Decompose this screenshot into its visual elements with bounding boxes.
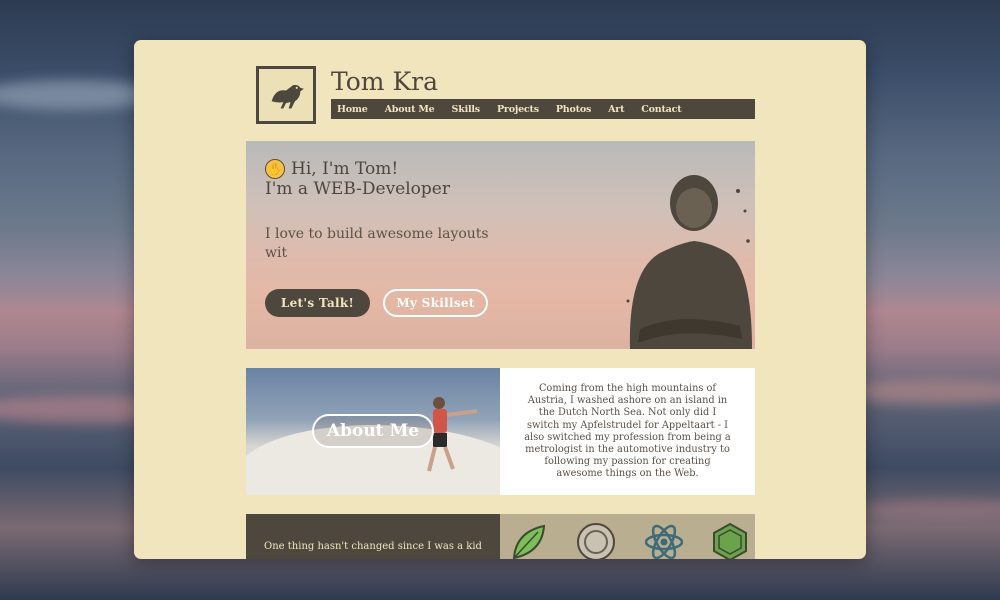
story-text: One thing hasn't changed since I was a k…: [246, 514, 500, 559]
main-nav: Home About Me Skills Projects Photos Art…: [331, 99, 755, 119]
hero-role: I'm a WEB-Developer: [265, 179, 450, 199]
crow-logo-icon[interactable]: [256, 66, 316, 124]
sky-streak: [860, 500, 1000, 520]
lets-talk-button[interactable]: Let's Talk!: [265, 289, 370, 317]
nav-photos[interactable]: Photos: [556, 104, 591, 115]
nav-skills[interactable]: Skills: [452, 104, 481, 115]
nodejs-icon: [713, 522, 747, 559]
skills-strip: [500, 514, 755, 559]
leaf-icon: [512, 524, 546, 559]
my-skillset-button[interactable]: My Skillset: [383, 289, 488, 317]
portrait-image: [626, 175, 752, 349]
nav-home[interactable]: Home: [337, 104, 368, 115]
sass-icon: [577, 523, 615, 559]
hero-section: ✋ Hi, I'm Tom! I'm a WEB-Developer I lov…: [246, 141, 755, 349]
about-photo: About Me: [246, 368, 500, 495]
nav-contact[interactable]: Contact: [641, 104, 681, 115]
site-title: Tom Kra: [331, 67, 438, 96]
about-me-button[interactable]: About Me: [312, 414, 434, 448]
hero-greeting: Hi, I'm Tom!: [291, 159, 399, 179]
nav-art[interactable]: Art: [608, 104, 624, 115]
nav-about-me[interactable]: About Me: [385, 104, 435, 115]
nav-projects[interactable]: Projects: [497, 104, 539, 115]
page-card: Tom Kra Home About Me Skills Projects Ph…: [134, 40, 866, 559]
waving-hand-icon: ✋: [265, 159, 285, 179]
react-icon: [644, 524, 684, 559]
hero-description: I love to build awesome layouts wit: [265, 226, 489, 261]
about-text: Coming from the high mountains of Austri…: [500, 368, 755, 495]
